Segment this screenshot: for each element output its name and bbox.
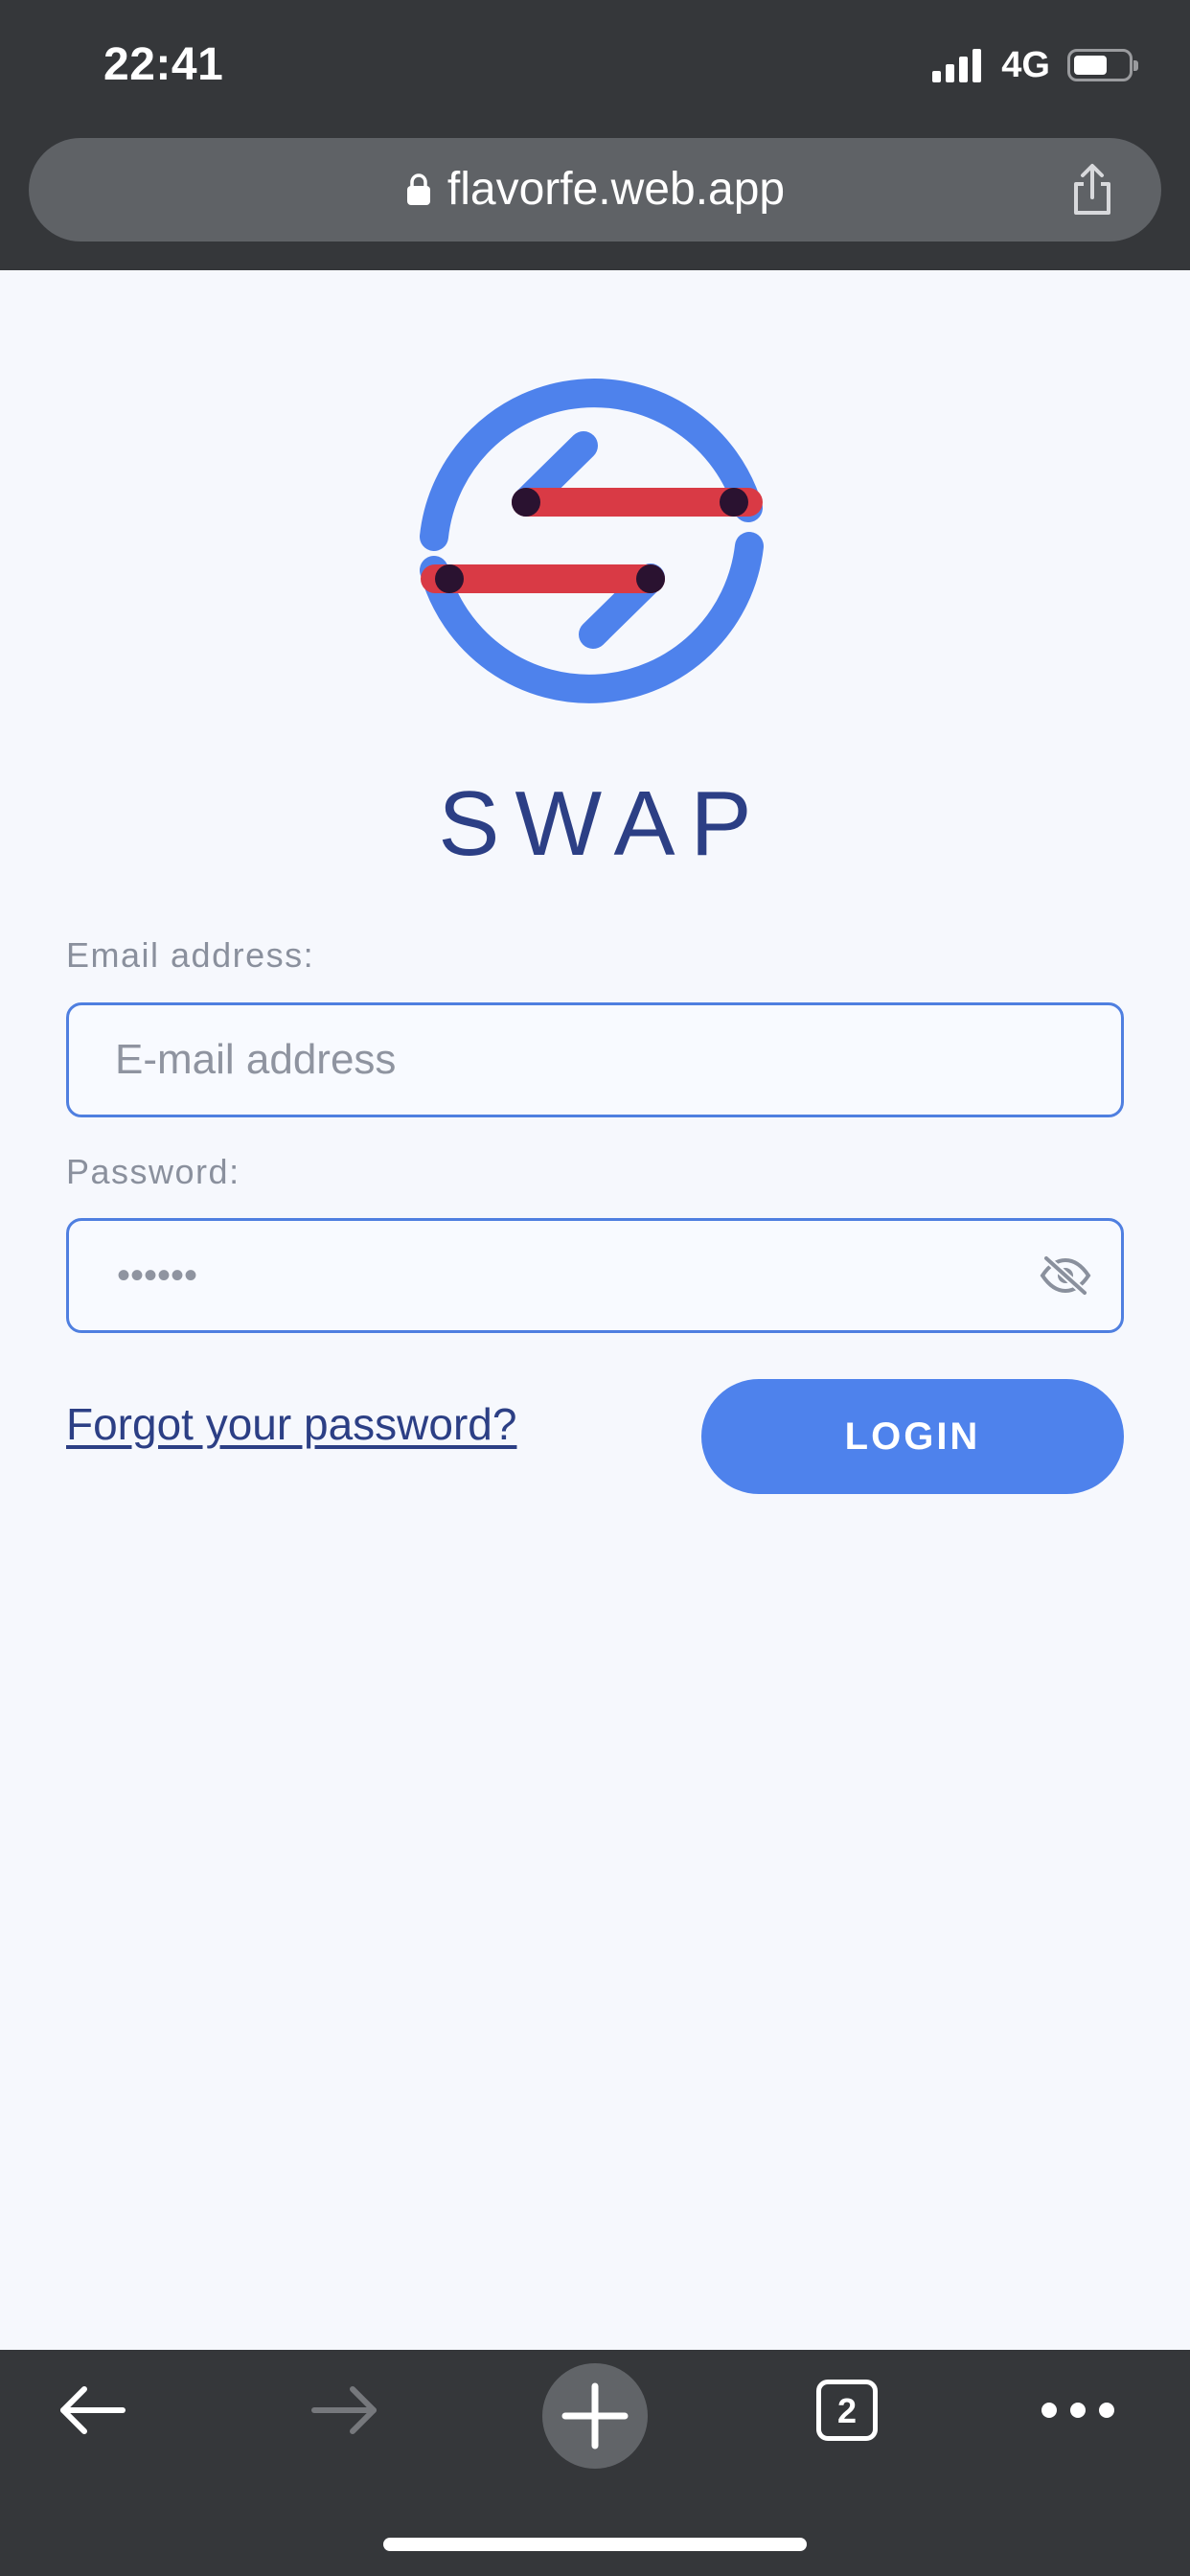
password-field[interactable]: •••••• (66, 1218, 1124, 1333)
home-indicator[interactable] (383, 2538, 807, 2551)
tab-count: 2 (816, 2380, 878, 2441)
eye-slash-icon[interactable] (1039, 1254, 1092, 1297)
lock-icon (406, 173, 430, 205)
cellular-signal-icon (932, 48, 986, 82)
battery-icon (1067, 49, 1138, 81)
arrow-left-icon (60, 2386, 126, 2434)
swap-logo-icon (420, 379, 764, 703)
more-button[interactable] (1035, 2350, 1121, 2471)
email-field-container[interactable] (66, 1002, 1124, 1117)
network-type: 4G (1001, 45, 1050, 85)
password-value[interactable]: •••••• (117, 1221, 197, 1330)
back-button[interactable] (44, 2350, 140, 2471)
share-icon[interactable] (1064, 161, 1121, 218)
email-label: Email address: (66, 935, 315, 975)
login-button[interactable]: LOGIN (701, 1379, 1124, 1494)
browser-top-chrome: 22:41 4G flavorfe.web.app (0, 0, 1190, 270)
forgot-password-link[interactable]: Forgot your password? (66, 1397, 516, 1451)
brand-title: SWAP (438, 772, 767, 875)
arrow-right-icon (311, 2386, 377, 2434)
plus-icon (561, 2382, 629, 2450)
password-label: Password: (66, 1152, 240, 1191)
new-tab-button[interactable] (542, 2363, 648, 2469)
status-time: 22:41 (103, 39, 224, 90)
more-horizontal-icon (1041, 2403, 1114, 2418)
forward-button[interactable] (297, 2350, 393, 2471)
url-text: flavorfe.web.app (446, 164, 786, 215)
address-bar[interactable]: flavorfe.web.app (29, 138, 1161, 242)
email-field[interactable] (115, 1005, 1035, 1115)
tabs-button[interactable]: 2 (807, 2350, 887, 2471)
status-indicators: 4G (932, 42, 1138, 88)
